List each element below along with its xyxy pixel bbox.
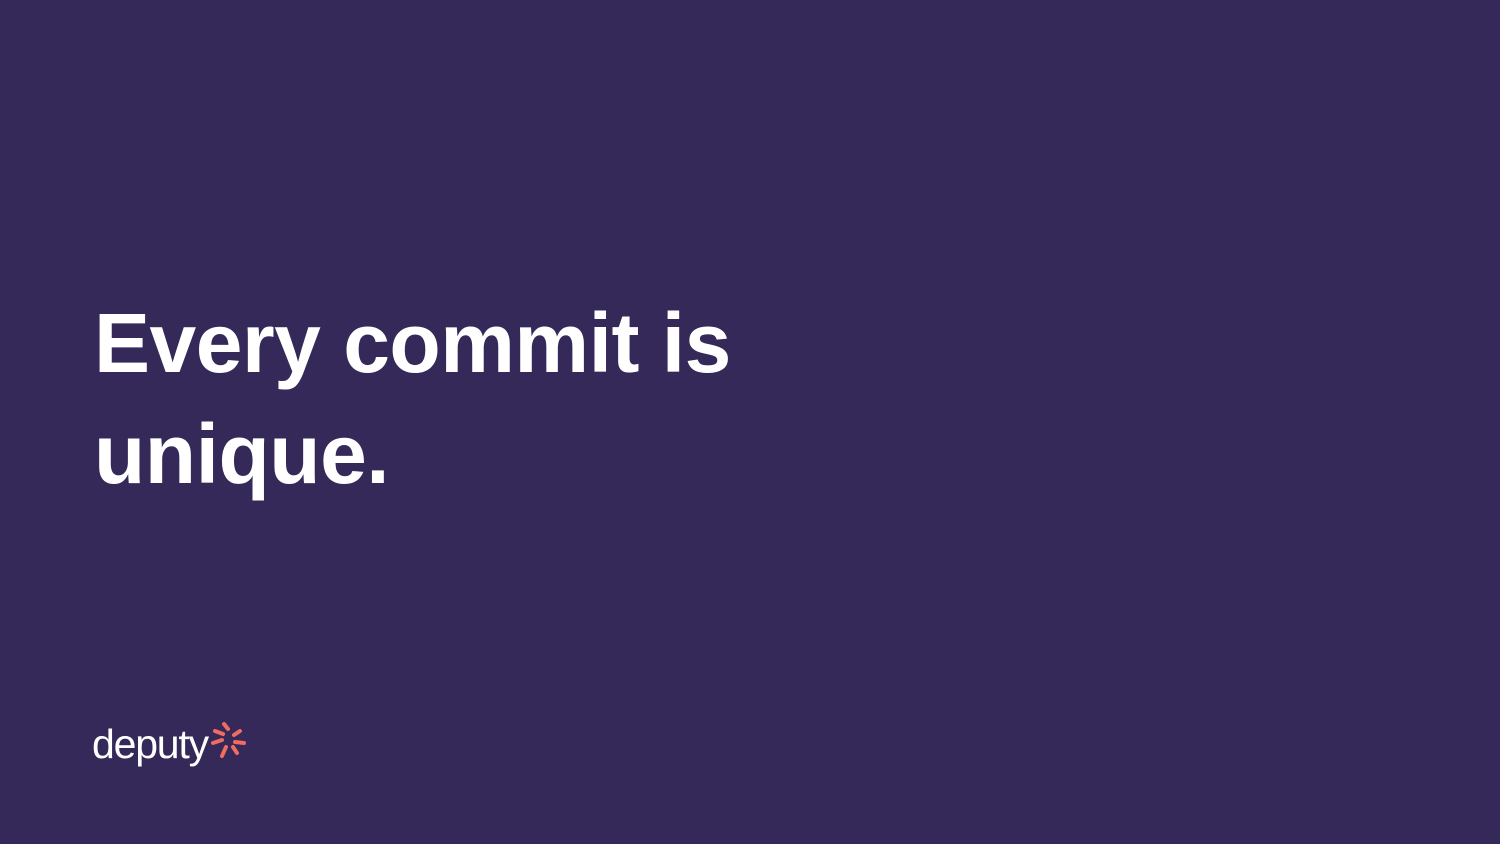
slide: Every commit is unique. deputy <box>0 0 1500 844</box>
deputy-logo: deputy <box>92 718 247 770</box>
logo-wordmark: deputy <box>92 721 209 767</box>
headline-line-2: unique. <box>94 407 390 501</box>
slide-headline: Every commit is unique. <box>94 288 994 510</box>
deputy-burst-icon <box>210 722 246 758</box>
headline-line-1: Every commit is <box>94 296 731 390</box>
